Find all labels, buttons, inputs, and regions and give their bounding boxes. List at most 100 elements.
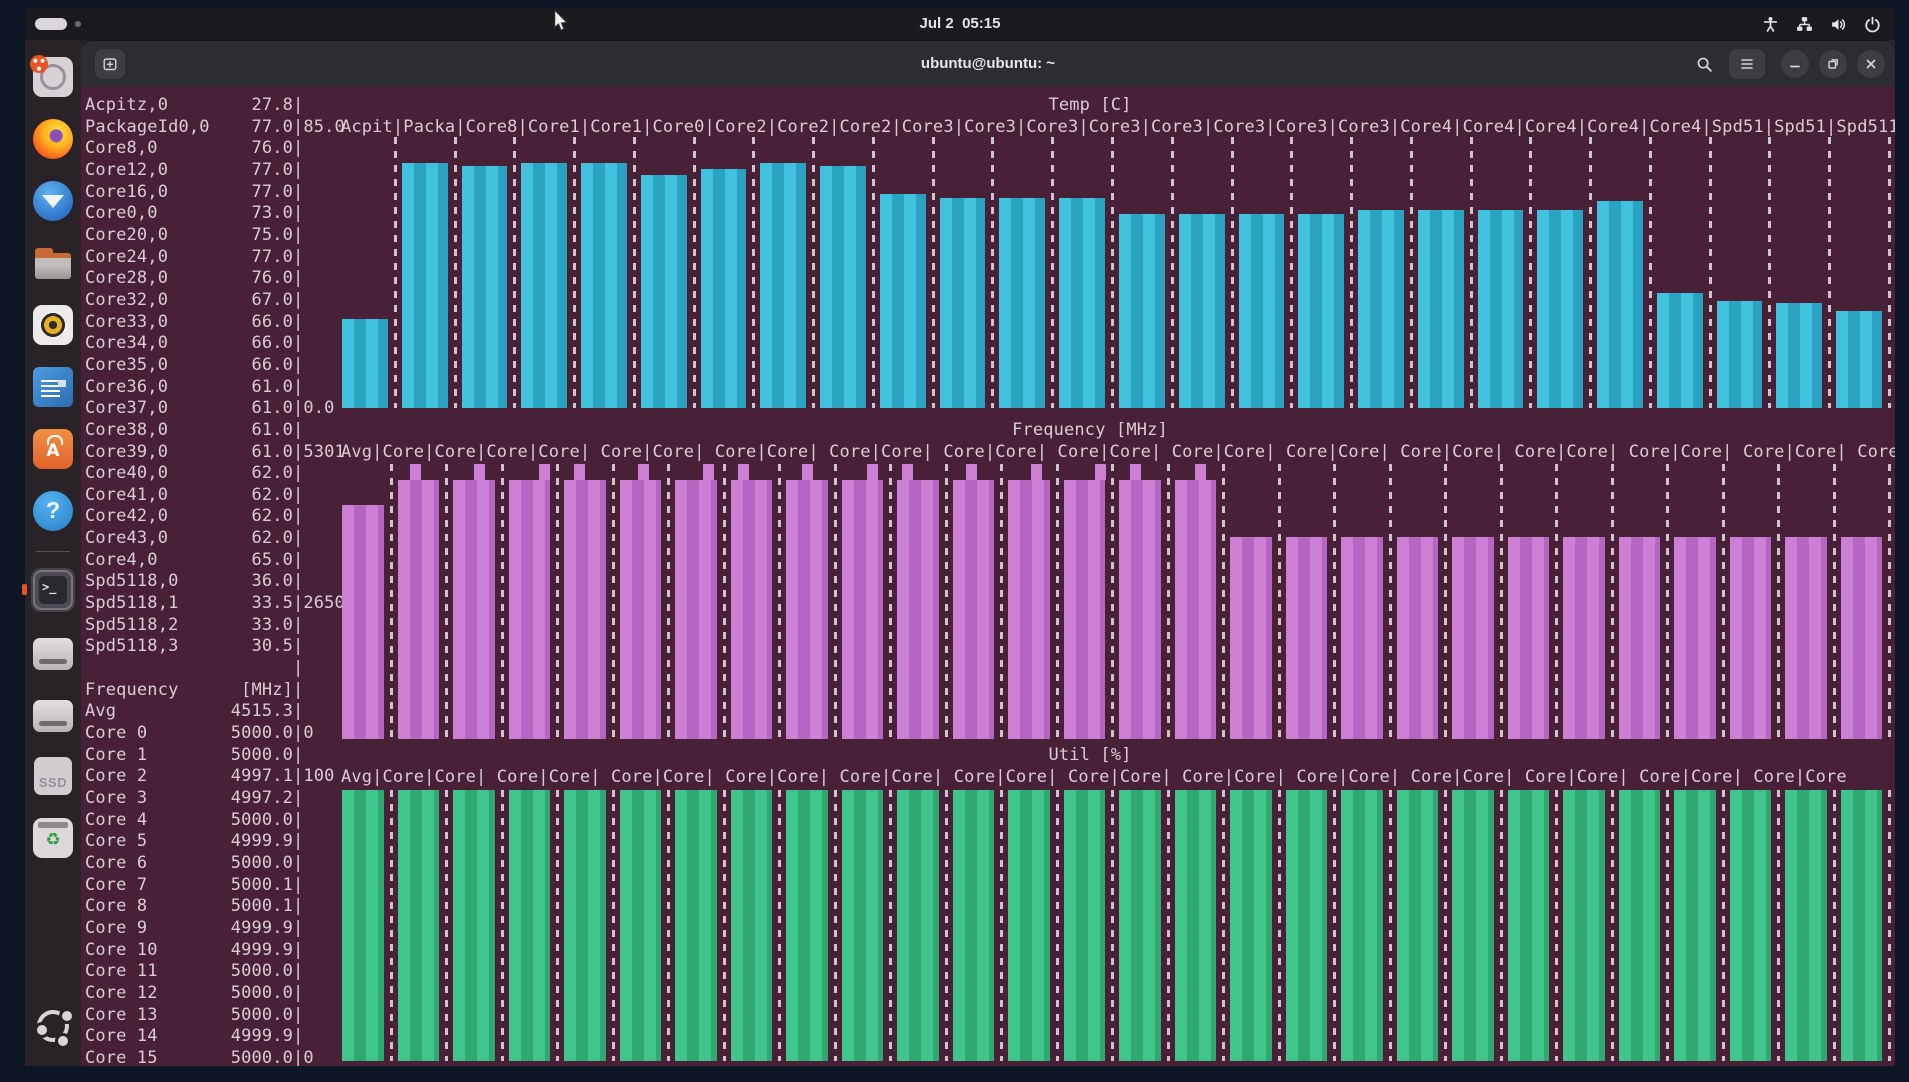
column-separator <box>752 137 755 408</box>
chart-column <box>1229 464 1285 739</box>
bar <box>1298 214 1344 408</box>
minimize-button[interactable] <box>1781 50 1809 78</box>
dock-item-drive[interactable] <box>31 630 75 674</box>
dock-item-terminal[interactable]: >_ <box>31 568 75 612</box>
sensor-row: Core 144999.9| <box>85 1026 345 1048</box>
ubuntu-desktop-installer-icon <box>33 57 73 97</box>
chart-column <box>1656 137 1716 408</box>
bar <box>880 194 926 408</box>
search-button[interactable] <box>1689 49 1719 79</box>
chart-column <box>785 790 841 1061</box>
chart-column <box>998 137 1058 408</box>
dock: A? >_ SSD ♻ <box>25 40 81 1066</box>
column-separator <box>513 137 516 408</box>
chart-column <box>1507 790 1563 1061</box>
bar-peak-spike <box>638 464 649 480</box>
bar <box>1619 790 1661 1061</box>
dock-item-thunderbird[interactable] <box>31 179 75 223</box>
bar <box>1563 790 1605 1061</box>
chart-column <box>508 790 564 1061</box>
maximize-button[interactable] <box>1819 50 1847 78</box>
column-separator <box>889 464 892 739</box>
chart-column <box>1618 790 1674 1061</box>
dock-item-libreoffice-writer[interactable] <box>31 365 75 409</box>
column-separator <box>501 464 504 739</box>
column-separator <box>1231 137 1234 408</box>
ubuntu-logo-icon <box>34 1007 72 1045</box>
bar <box>1508 537 1550 739</box>
chart-column <box>1285 464 1341 739</box>
sensor-row: Core24,077.0| <box>85 247 345 269</box>
column-separator <box>723 790 726 1061</box>
column-separator <box>1611 790 1614 1061</box>
accessibility-icon[interactable] <box>1762 16 1779 33</box>
power-icon[interactable] <box>1864 16 1881 33</box>
bar <box>1452 790 1494 1061</box>
sensor-readings-panel: Acpitz,027.8|PackageId0,077.0|85.0Core8,… <box>85 95 345 1066</box>
dock-item-drive[interactable] <box>31 692 75 736</box>
chart-column <box>1357 137 1417 408</box>
sensor-row: Core 94999.9| <box>85 918 345 940</box>
column-separator <box>633 137 636 408</box>
bar <box>1179 214 1225 408</box>
terminal-titlebar[interactable]: ubuntu@ubuntu: ~ <box>81 41 1895 87</box>
dock-item-help[interactable]: ? <box>31 489 75 533</box>
dock-item-app-center[interactable]: A <box>31 427 75 471</box>
sensor-row: Core 155000.0|0 <box>85 1048 345 1066</box>
network-icon[interactable] <box>1796 16 1813 33</box>
chart-column <box>508 464 564 739</box>
close-button[interactable] <box>1857 50 1885 78</box>
sensor-row: Core33,066.0| <box>85 312 345 334</box>
terminal-content[interactable]: Acpitz,027.8|PackageId0,077.0|85.0Core8,… <box>81 87 1895 1066</box>
volume-icon[interactable] <box>1830 16 1847 33</box>
chart-column <box>563 790 619 1061</box>
chart-column <box>952 464 1008 739</box>
dock-item-files[interactable] <box>31 241 75 285</box>
column-separator <box>1444 464 1447 739</box>
bar <box>786 790 828 1061</box>
bar <box>1785 537 1827 739</box>
bar <box>1537 210 1583 408</box>
sensor-row: Core37,061.0|0.0 <box>85 398 345 420</box>
column-separator <box>778 464 781 739</box>
column-separator <box>556 464 559 739</box>
dock-item-ssd[interactable]: SSD <box>31 754 75 798</box>
bar <box>1730 537 1772 739</box>
dock-item-ubuntu-desktop-installer[interactable] <box>31 55 75 99</box>
clock[interactable]: Jul 2 05:15 <box>920 8 1001 40</box>
bar <box>1358 210 1404 408</box>
sensor-row: Core38,061.0| <box>85 420 345 442</box>
sensor-row: Core4,065.0| <box>85 550 345 572</box>
sensor-row: Core 75000.1| <box>85 875 345 897</box>
bar <box>521 163 567 408</box>
bar <box>1059 198 1105 408</box>
column-separator <box>1111 464 1114 739</box>
bar <box>1175 480 1217 739</box>
bar <box>1657 293 1703 408</box>
chart-column <box>452 790 508 1061</box>
column-separator <box>573 137 576 408</box>
chart-bars <box>341 464 1895 739</box>
workspace-indicator[interactable] <box>35 18 81 30</box>
chart-column <box>785 464 841 739</box>
sensor-row: Core 85000.1| <box>85 896 345 918</box>
chart-column <box>1729 790 1785 1061</box>
dock-item-firefox[interactable] <box>31 117 75 161</box>
column-separator <box>1722 790 1725 1061</box>
dock-item-rhythmbox[interactable] <box>31 303 75 347</box>
bar <box>1836 311 1882 408</box>
column-separator <box>445 790 448 1061</box>
dock-item-ubuntu-logo[interactable] <box>31 1004 75 1048</box>
menu-button[interactable] <box>1729 49 1765 79</box>
chart-column <box>1297 137 1357 408</box>
system-status-area[interactable] <box>1762 8 1881 40</box>
column-separator <box>1649 137 1652 408</box>
chart-column <box>1174 790 1230 1061</box>
chart-column <box>1477 137 1537 408</box>
chart-column <box>1058 137 1118 408</box>
chart-column <box>1229 790 1285 1061</box>
inactive-workspace-dot <box>75 21 81 27</box>
column-separator <box>1777 464 1780 739</box>
dock-item-trash[interactable]: ♻ <box>31 816 75 860</box>
column-separator <box>1444 790 1447 1061</box>
